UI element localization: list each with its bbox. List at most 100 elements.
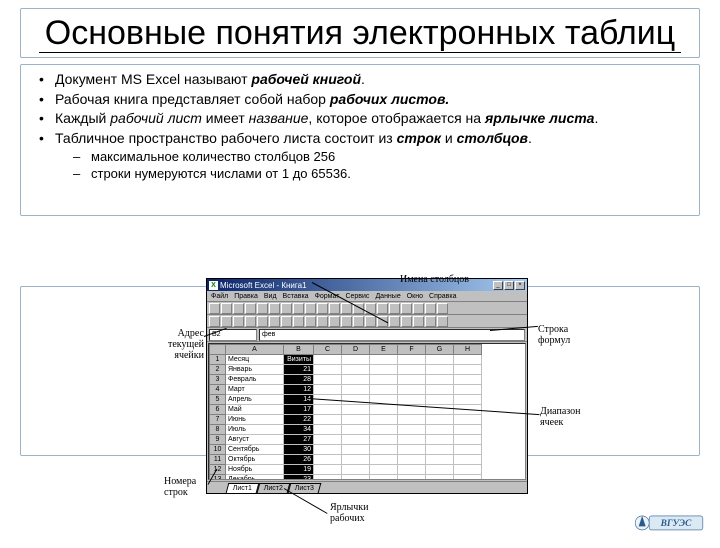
toolbar-button[interactable] [305,303,316,314]
cell[interactable] [342,355,370,365]
cell[interactable] [454,435,482,445]
cell[interactable]: Визиты [284,355,314,365]
cell[interactable] [370,475,398,481]
close-button[interactable]: × [515,281,525,290]
toolbar-button[interactable] [257,303,268,314]
cell[interactable] [454,365,482,375]
row-header[interactable]: 3 [210,375,226,385]
row-header[interactable]: 8 [210,425,226,435]
cell[interactable]: Сентябрь [226,445,284,455]
toolbar-button[interactable] [389,303,400,314]
toolbar-button[interactable] [341,303,352,314]
toolbar-button[interactable] [413,316,424,327]
cell[interactable] [370,445,398,455]
toolbar-button[interactable] [437,303,448,314]
cell[interactable]: Месяц [226,355,284,365]
cell[interactable]: 21 [284,365,314,375]
toolbar-button[interactable] [353,316,364,327]
toolbar-button[interactable] [425,303,436,314]
cell[interactable] [398,355,426,365]
cell[interactable] [342,415,370,425]
cell[interactable] [370,385,398,395]
cell[interactable] [314,355,342,365]
cell[interactable] [398,415,426,425]
cell[interactable] [426,415,454,425]
cell[interactable] [426,435,454,445]
toolbar-button[interactable] [425,316,436,327]
cell[interactable] [426,385,454,395]
toolbar-button[interactable] [377,303,388,314]
menu-item[interactable]: Данные [375,293,400,300]
toolbar-button[interactable] [341,316,352,327]
cell[interactable]: 19 [284,465,314,475]
cell[interactable]: Январь [226,365,284,375]
cell[interactable] [370,375,398,385]
menu-item[interactable]: Справка [429,293,456,300]
cell[interactable]: Декабрь [226,475,284,481]
toolbar-button[interactable] [305,316,316,327]
toolbar-button[interactable] [209,303,220,314]
cell[interactable] [426,445,454,455]
cell[interactable]: Август [226,435,284,445]
cell[interactable] [314,375,342,385]
formula-bar[interactable]: фев [259,329,525,341]
cell[interactable]: 26 [284,455,314,465]
toolbar-button[interactable] [329,303,340,314]
cell[interactable] [454,355,482,365]
toolbar-button[interactable] [281,316,292,327]
cell[interactable]: 23 [284,475,314,481]
column-header[interactable]: E [370,345,398,355]
cell[interactable] [398,445,426,455]
cell[interactable] [398,455,426,465]
cell[interactable] [370,365,398,375]
menu-item[interactable]: Сервис [345,293,369,300]
cell[interactable] [314,425,342,435]
toolbar-button[interactable] [221,303,232,314]
sheet-tab[interactable]: Лист2 [257,483,291,493]
menu-item[interactable]: Окно [407,293,423,300]
sheet-tab[interactable]: Лист1 [226,483,260,493]
row-header[interactable]: 2 [210,365,226,375]
cell[interactable] [370,415,398,425]
column-header[interactable]: F [398,345,426,355]
toolbar-button[interactable] [401,303,412,314]
cell[interactable]: 12 [284,385,314,395]
cell[interactable] [426,425,454,435]
cell[interactable] [342,455,370,465]
toolbar-button[interactable] [233,303,244,314]
cell[interactable] [398,395,426,405]
cell[interactable]: 27 [284,435,314,445]
cell[interactable] [398,465,426,475]
row-header[interactable]: 7 [210,415,226,425]
cell[interactable] [370,435,398,445]
cell[interactable] [454,475,482,481]
toolbar-button[interactable] [413,303,424,314]
column-header[interactable]: A [226,345,284,355]
cell[interactable] [454,395,482,405]
row-header[interactable]: 11 [210,455,226,465]
corner-header[interactable] [210,345,226,355]
cell[interactable] [398,385,426,395]
cell[interactable]: Октябрь [226,455,284,465]
cell[interactable] [314,365,342,375]
toolbar-button[interactable] [365,316,376,327]
cell[interactable] [426,455,454,465]
toolbar-button[interactable] [257,316,268,327]
toolbar-button[interactable] [293,303,304,314]
cell[interactable] [454,425,482,435]
toolbar-button[interactable] [209,316,220,327]
row-header[interactable]: 9 [210,435,226,445]
cell[interactable] [314,405,342,415]
cell[interactable] [398,365,426,375]
toolbar-button[interactable] [233,316,244,327]
minimize-button[interactable]: _ [493,281,503,290]
cell[interactable]: Июнь [226,415,284,425]
toolbar-button[interactable] [221,316,232,327]
cell[interactable] [342,385,370,395]
maximize-button[interactable]: □ [504,281,514,290]
row-header[interactable]: 12 [210,465,226,475]
cell[interactable] [454,385,482,395]
row-header[interactable]: 1 [210,355,226,365]
toolbar-button[interactable] [293,316,304,327]
cell[interactable] [454,375,482,385]
